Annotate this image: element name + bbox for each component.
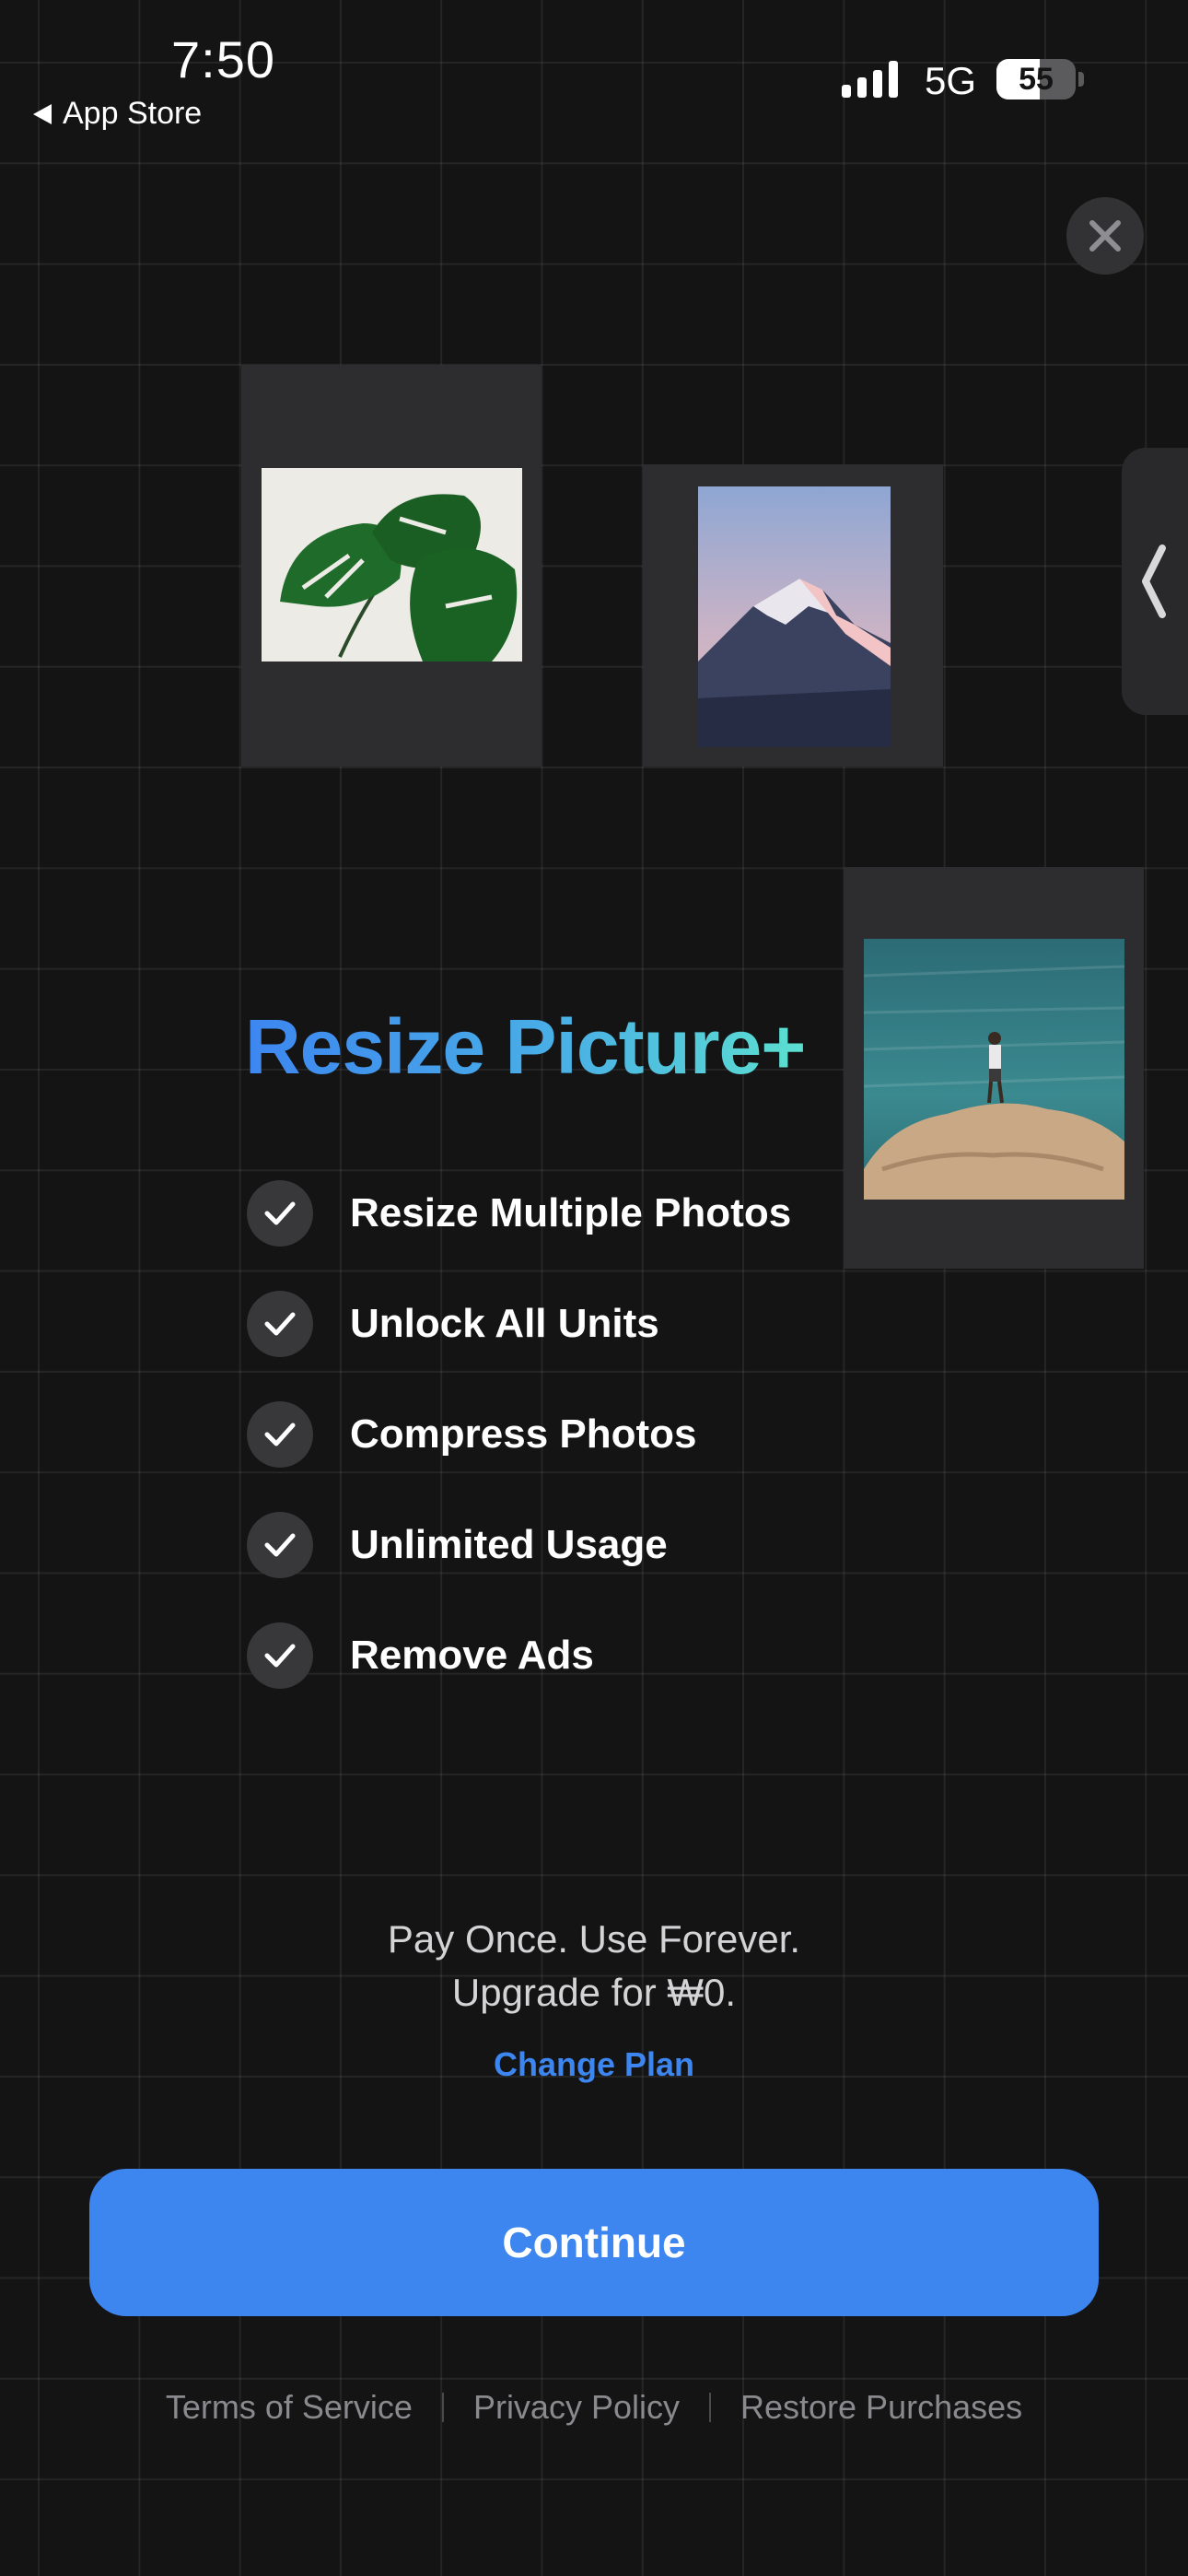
photo-frame-mountain — [643, 464, 943, 767]
cellular-signal-icon — [842, 61, 898, 98]
feature-label: Unlock All Units — [350, 1301, 659, 1346]
privacy-policy-link[interactable]: Privacy Policy — [473, 2388, 680, 2427]
back-to-app-store[interactable]: App Store — [33, 96, 202, 132]
checkmark-icon — [247, 1401, 313, 1468]
monstera-plant-photo — [262, 468, 522, 662]
continue-button[interactable]: Continue — [89, 2169, 1099, 2316]
feature-label: Compress Photos — [350, 1411, 697, 1457]
divider — [441, 2393, 444, 2422]
pricing-summary: Pay Once. Use Forever. Upgrade for ₩0. — [0, 1913, 1188, 2020]
photo-frame-coast — [844, 867, 1144, 1269]
checkmark-icon — [247, 1622, 313, 1689]
person-on-coastal-rock-photo — [864, 939, 1124, 1200]
change-plan-link[interactable]: Change Plan — [0, 2045, 1188, 2084]
side-panel-handle[interactable] — [1122, 448, 1188, 715]
footer-links: Terms of Service Privacy Policy Restore … — [0, 2388, 1188, 2427]
status-time: 7:50 — [171, 30, 275, 88]
pricing-line-2: Upgrade for ₩0. — [451, 1971, 737, 2014]
photo-frame-plant — [241, 365, 542, 767]
list-item: Remove Ads — [247, 1600, 791, 1711]
terms-of-service-link[interactable]: Terms of Service — [166, 2388, 413, 2427]
feature-label: Resize Multiple Photos — [350, 1190, 792, 1235]
close-icon — [1089, 220, 1121, 252]
battery-percent: 55 — [1019, 61, 1054, 97]
feature-label: Unlimited Usage — [350, 1522, 668, 1567]
battery-cap — [1078, 72, 1084, 87]
list-item: Unlimited Usage — [247, 1490, 791, 1600]
checkmark-icon — [247, 1180, 313, 1247]
list-item: Unlock All Units — [247, 1269, 791, 1379]
chevron-left-icon — [1142, 544, 1166, 618]
pricing-line-1: Pay Once. Use Forever. — [387, 1917, 801, 1961]
close-button[interactable] — [1066, 197, 1144, 275]
feature-list: Resize Multiple Photos Unlock All Units … — [247, 1158, 791, 1711]
network-type: 5G — [925, 59, 977, 102]
divider — [709, 2393, 711, 2422]
battery-icon: 55 — [996, 59, 1076, 100]
restore-purchases-link[interactable]: Restore Purchases — [740, 2388, 1022, 2427]
back-arrow-icon — [33, 103, 52, 124]
checkmark-icon — [247, 1291, 313, 1357]
mountain-peak-photo — [698, 486, 891, 747]
checkmark-icon — [247, 1512, 313, 1578]
list-item: Compress Photos — [247, 1379, 791, 1490]
feature-label: Remove Ads — [350, 1633, 594, 1678]
list-item: Resize Multiple Photos — [247, 1158, 791, 1269]
back-label: App Store — [63, 96, 203, 131]
page-title: Resize Picture+ — [245, 1003, 806, 1090]
